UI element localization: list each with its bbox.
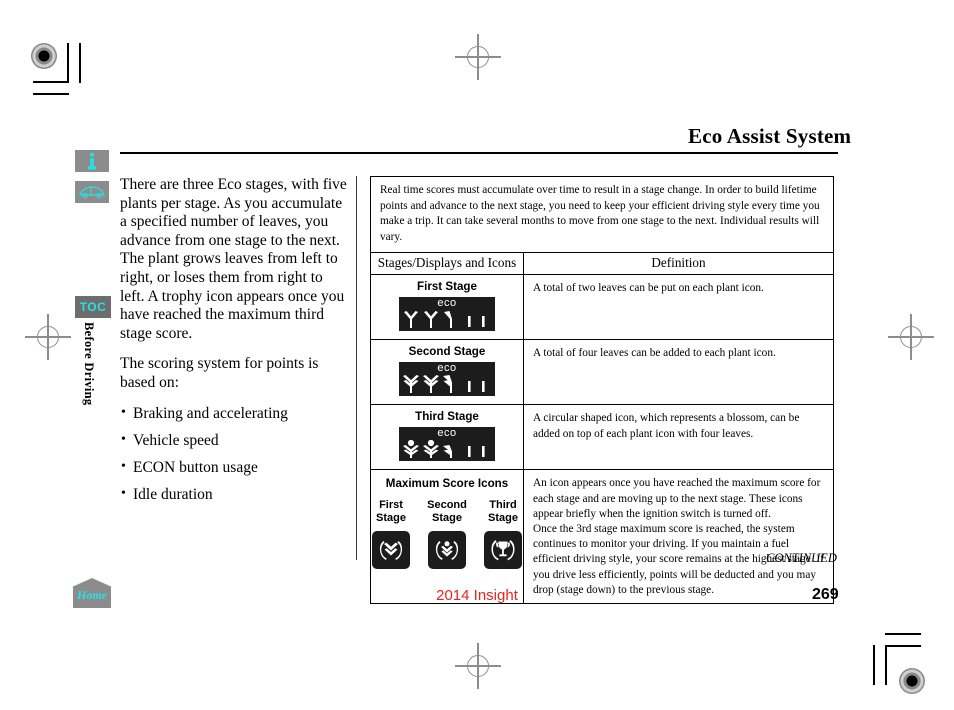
table-row-intro: Real time scores must accumulate over ti… [370, 175, 834, 254]
first-stage-definition: A total of two leaves can be put on each… [523, 274, 834, 341]
third-stage-label: Third Stage [415, 410, 479, 424]
list-item: Vehicle speed [120, 431, 348, 450]
page-number: 269 [812, 586, 839, 603]
max-score-label-first: First Stage [371, 499, 411, 524]
third-stage-definition: A circular shaped icon, which represents… [523, 404, 834, 471]
info-icon[interactable] [75, 150, 109, 172]
max-score-definition: An icon appears once you have reached th… [523, 469, 834, 604]
body-paragraph-1: There are three Eco stages, with five pl… [120, 176, 347, 342]
page-title: Eco Assist System [688, 124, 852, 148]
eco-display-text: eco [437, 297, 457, 310]
table-header-row: Stages/Displays and Icons Definition [370, 252, 834, 276]
trophy-icon-first-stage [372, 531, 410, 570]
column-divider [356, 176, 358, 560]
registration-mark-bottom-right [899, 668, 925, 694]
eco-display-text: eco [437, 427, 457, 440]
first-stage-plant-icons [402, 310, 492, 330]
body-paragraph-2: The scoring system for points is based o… [120, 355, 319, 391]
second-stage-definition: A total of four leaves can be added to e… [523, 339, 834, 406]
max-score-col-first: First Stage [371, 499, 411, 570]
second-stage-plant-icons [402, 375, 492, 395]
crop-mark-br-h2 [885, 645, 921, 647]
crosshair-top [455, 34, 501, 80]
first-stage-label: First Stage [417, 280, 477, 294]
max-label-line2: Stage [376, 511, 406, 524]
section-tab-label: Before Driving [82, 322, 96, 406]
trophy-icon-second-stage [428, 531, 466, 570]
crop-mark-br-v1 [885, 645, 887, 685]
home-icon-roof [72, 578, 112, 587]
max-score-icons-cell: Maximum Score Icons First Stage Second S… [370, 469, 524, 604]
crop-mark-br-h1 [885, 633, 921, 635]
car-icon[interactable] [75, 181, 109, 203]
crosshair-right [888, 314, 934, 360]
first-stage-cell: First Stage eco [370, 274, 524, 341]
table-row: Second Stage eco A total of four leaves … [370, 339, 834, 406]
max-score-label-second: Second Stage [427, 499, 467, 524]
trophy-icon-third-stage [484, 531, 522, 570]
table-intro-text: Real time scores must accumulate over ti… [370, 175, 834, 254]
list-item: Idle duration [120, 485, 348, 504]
scoring-factors-list: Braking and accelerating Vehicle speed E… [120, 404, 348, 504]
registration-mark-top-left [31, 43, 57, 69]
table-row: Third Stage eco A circular shaped icon, … [370, 404, 834, 471]
first-stage-display: eco [399, 297, 495, 332]
table-header-definition: Definition [523, 252, 834, 276]
max-score-icon-row: First Stage Second Stage Third Stage [371, 499, 523, 579]
crop-mark-tl-h1 [33, 81, 69, 83]
second-stage-label: Second Stage [408, 345, 486, 359]
crosshair-left [25, 314, 71, 360]
body-text-column: There are three Eco stages, with five pl… [120, 176, 348, 513]
second-stage-cell: Second Stage eco [370, 339, 524, 406]
second-stage-display: eco [399, 362, 495, 397]
max-score-title: Maximum Score Icons [385, 477, 509, 491]
eco-display-text: eco [437, 362, 457, 375]
max-label-line2: Stage [432, 511, 462, 524]
third-stage-cell: Third Stage eco [370, 404, 524, 471]
list-item: Braking and accelerating [120, 404, 348, 423]
crop-mark-tl-v1 [67, 43, 69, 83]
max-score-col-second: Second Stage [427, 499, 467, 570]
third-stage-display: eco [399, 427, 495, 462]
model-year-label: 2014 Insight [436, 587, 518, 604]
table-header-stages: Stages/Displays and Icons [370, 252, 524, 276]
continued-label: CONTINUED [766, 551, 837, 565]
third-stage-plant-icons [402, 440, 492, 460]
max-label-line1: First [379, 499, 403, 512]
crop-mark-tl-h2 [33, 93, 69, 95]
max-label-line1: Third [489, 499, 517, 512]
max-score-definition-p1: An icon appears once you have reached th… [533, 477, 821, 520]
table-row-max-score: Maximum Score Icons First Stage Second S… [370, 469, 834, 604]
table-row: First Stage eco A total of two leaves ca… [370, 274, 834, 341]
header-divider [120, 152, 838, 154]
eco-stages-table: Real time scores must accumulate over ti… [370, 175, 834, 604]
max-score-label-third: Third Stage [483, 499, 523, 524]
crosshair-bottom [455, 643, 501, 689]
toc-button[interactable]: TOC [75, 296, 111, 318]
list-item: ECON button usage [120, 458, 348, 477]
crop-mark-tl-v2 [79, 43, 81, 83]
max-label-line2: Stage [488, 511, 518, 524]
max-score-col-third: Third Stage [483, 499, 523, 570]
max-label-line1: Second [427, 499, 467, 512]
crop-mark-br-v2 [873, 645, 875, 685]
